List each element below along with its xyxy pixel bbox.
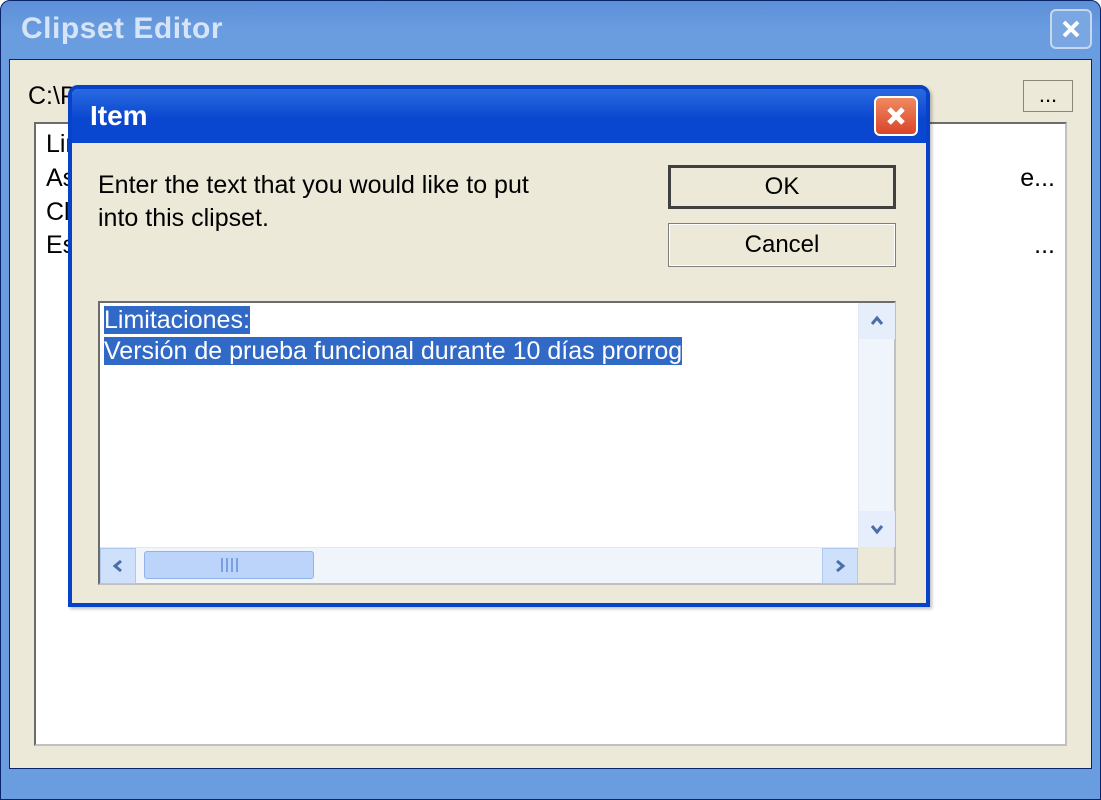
scroll-right-button[interactable] — [822, 548, 858, 584]
chevron-left-icon — [111, 559, 125, 573]
chevron-right-icon — [833, 559, 847, 573]
main-titlebar[interactable]: Clipset Editor — [1, 1, 1100, 57]
dialog-close-button[interactable] — [874, 96, 918, 136]
scroll-left-button[interactable] — [100, 548, 136, 584]
main-window-title: Clipset Editor — [21, 12, 223, 46]
browse-button[interactable]: ... — [1023, 80, 1073, 112]
item-dialog: Item Enter the text that you would like … — [68, 85, 930, 607]
thumb-grip-icon — [221, 558, 238, 572]
text-content[interactable]: Limitaciones: Versión de prueba funciona… — [100, 303, 858, 547]
scroll-down-button[interactable] — [859, 511, 895, 547]
clipset-text-input[interactable]: Limitaciones: Versión de prueba funciona… — [98, 301, 896, 585]
horizontal-scrollbar[interactable] — [100, 547, 858, 583]
selected-text-line2: Versión de prueba funcional durante 10 d… — [104, 337, 682, 365]
cancel-button[interactable]: Cancel — [668, 223, 896, 267]
scrollbar-thumb[interactable] — [144, 551, 314, 579]
dialog-prompt: Enter the text that you would like to pu… — [98, 169, 558, 234]
vertical-scrollbar[interactable] — [858, 303, 894, 547]
main-close-button[interactable] — [1050, 9, 1092, 49]
chevron-up-icon — [870, 314, 884, 328]
scrollbar-corner — [858, 547, 894, 583]
dialog-body: Enter the text that you would like to pu… — [72, 143, 926, 603]
selected-text-line1: Limitaciones: — [104, 306, 250, 334]
close-icon — [886, 106, 906, 126]
dialog-titlebar[interactable]: Item — [72, 89, 926, 143]
chevron-down-icon — [870, 522, 884, 536]
scroll-up-button[interactable] — [859, 303, 895, 339]
ok-button[interactable]: OK — [668, 165, 896, 209]
close-icon — [1061, 19, 1081, 39]
dialog-title: Item — [90, 100, 148, 132]
